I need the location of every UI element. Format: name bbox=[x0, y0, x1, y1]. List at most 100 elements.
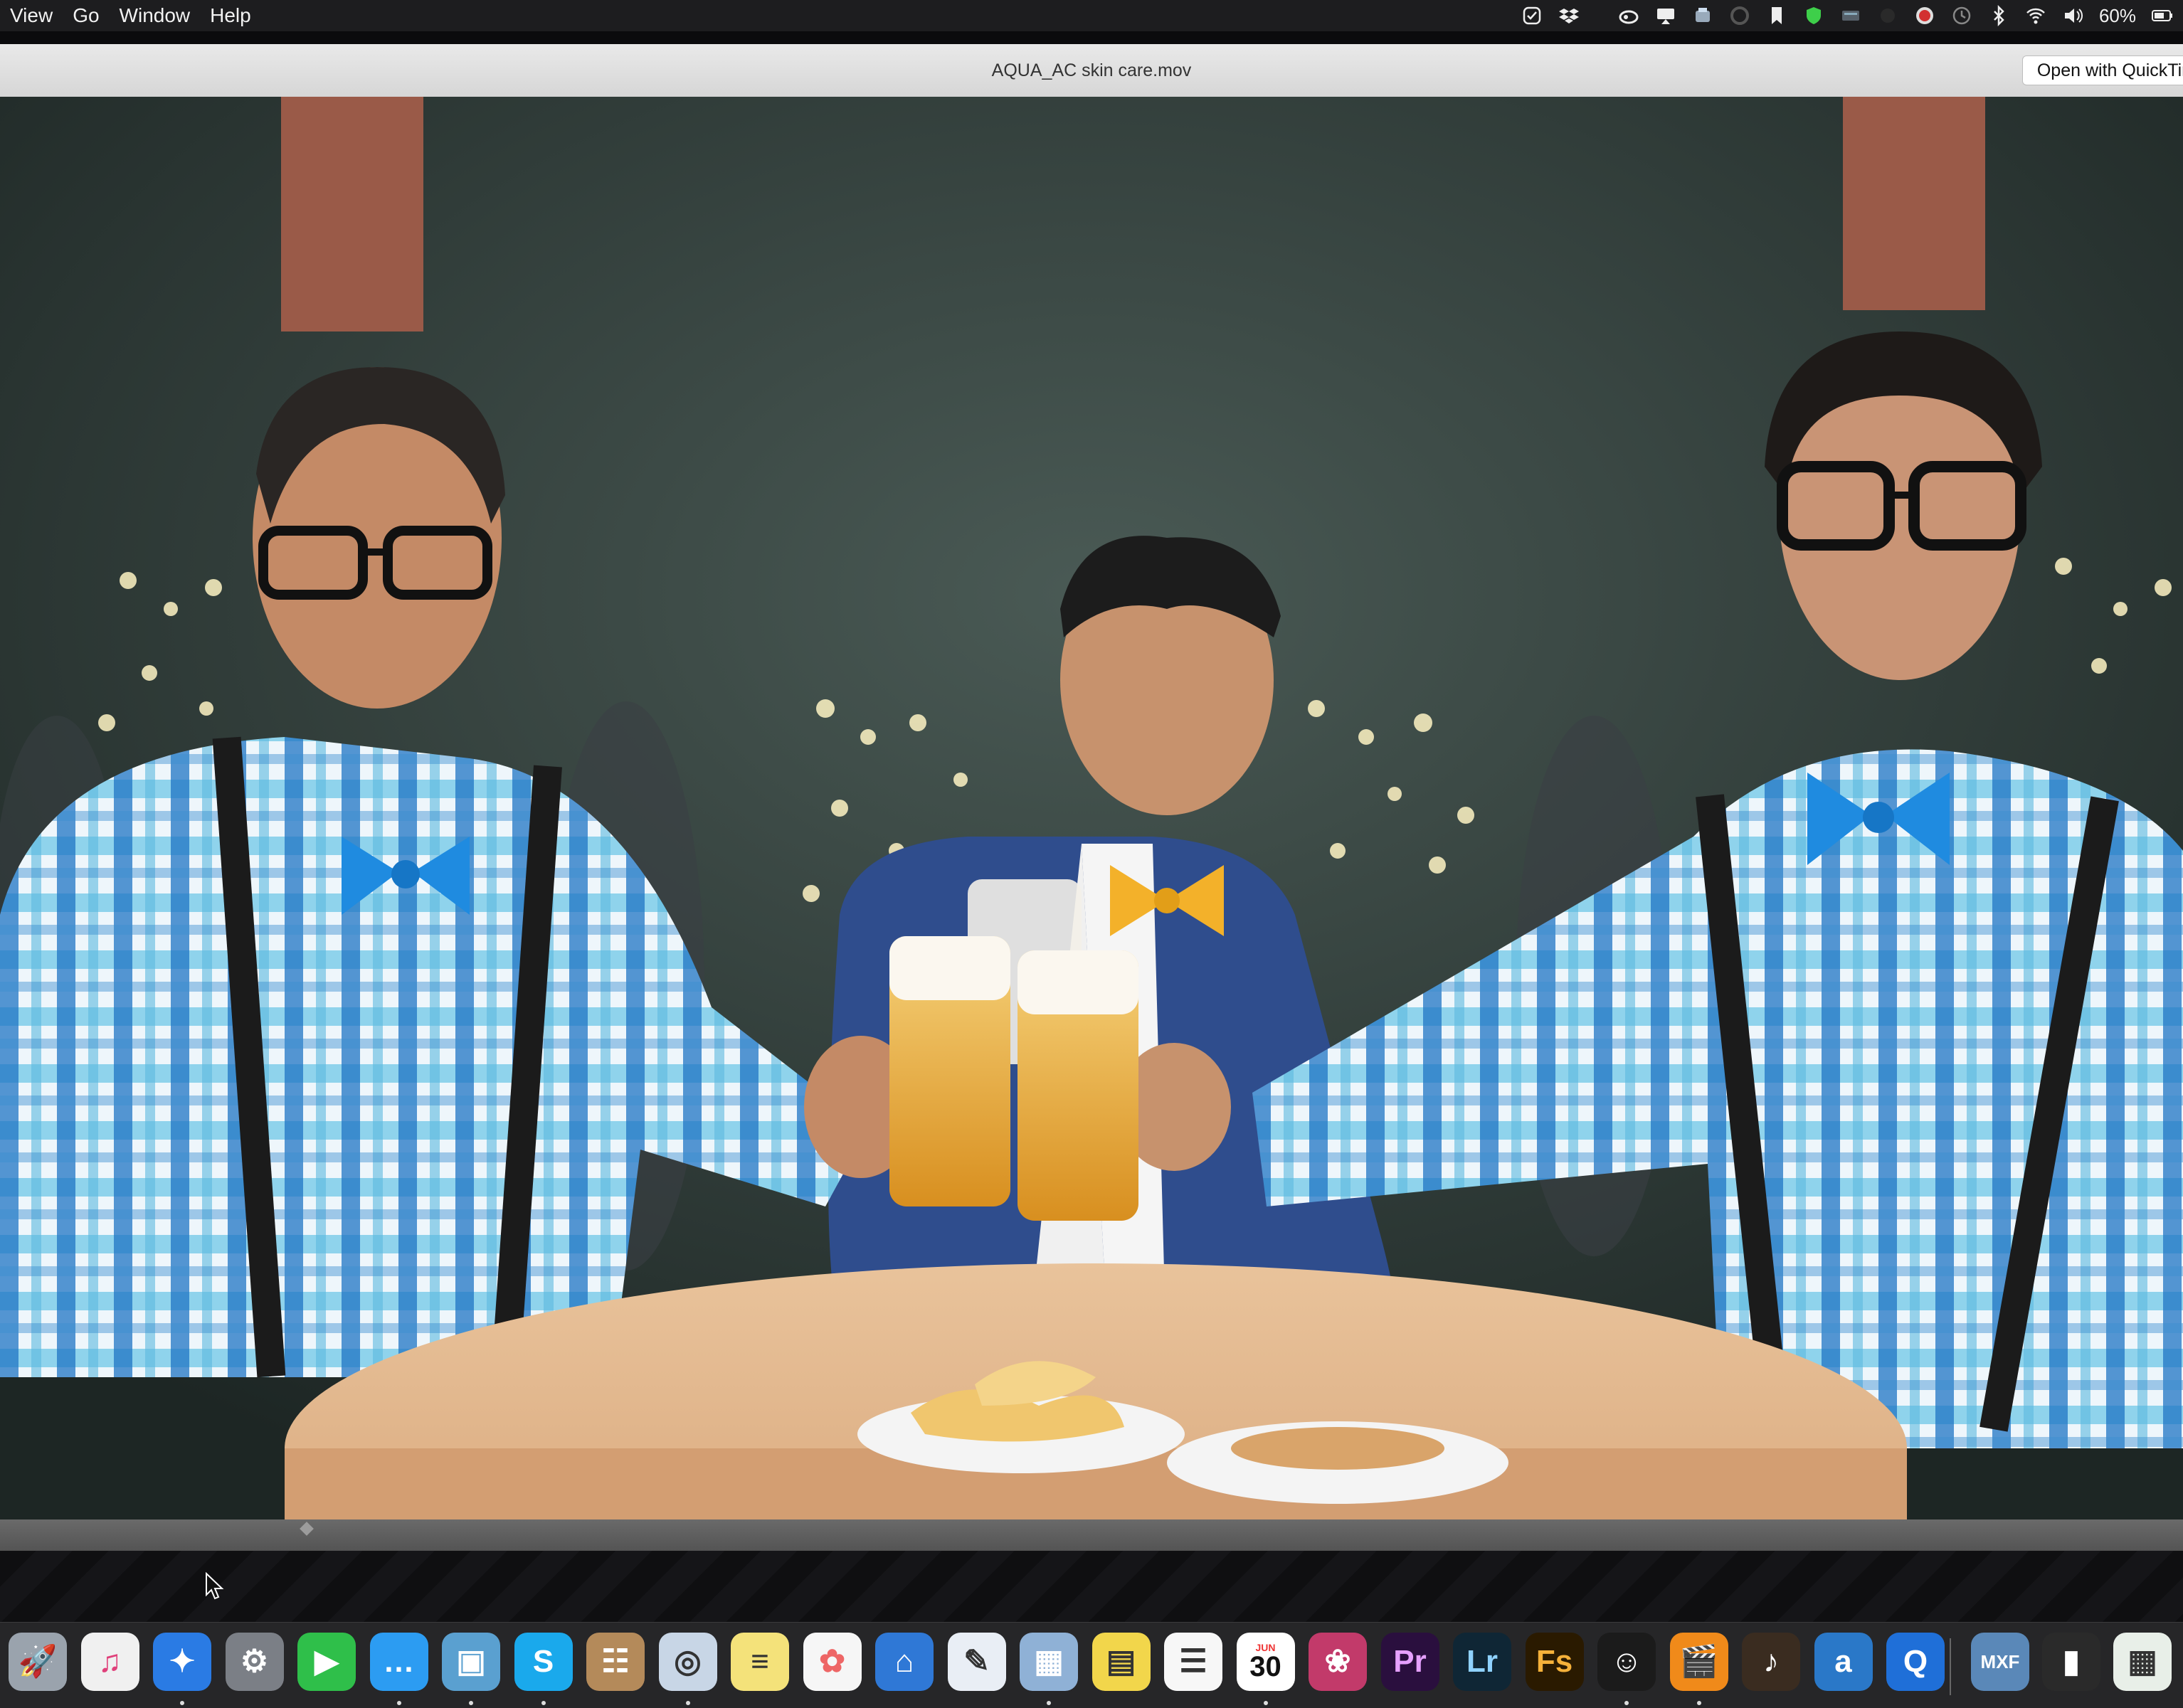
dock-lynda[interactable]: ☺ bbox=[1597, 1633, 1656, 1691]
keynote-icon: ⌂ bbox=[894, 1644, 914, 1679]
notepad-icon: ≡ bbox=[751, 1644, 769, 1679]
video-scrubber[interactable] bbox=[0, 1519, 2183, 1551]
running-indicator bbox=[1696, 1701, 1701, 1705]
desktop-background bbox=[0, 1551, 2183, 1622]
dock-lightroom[interactable]: Lr bbox=[1453, 1633, 1511, 1691]
mouse-cursor-icon bbox=[206, 1572, 224, 1600]
dock-textedit[interactable]: ✎ bbox=[947, 1633, 1006, 1691]
gear-icon: ⚙ bbox=[240, 1644, 269, 1679]
dock-photo-booth[interactable]: ▦ bbox=[1020, 1633, 1078, 1691]
dock-image-capture[interactable]: ◎ bbox=[658, 1633, 717, 1691]
photos-flower-icon: ✿ bbox=[819, 1644, 845, 1679]
spreadsheet-icon: ▦ bbox=[2128, 1644, 2157, 1679]
dock-fuse[interactable]: Fs bbox=[1525, 1633, 1584, 1691]
music-note-icon: ♫ bbox=[98, 1644, 122, 1679]
creative-cloud-icon[interactable] bbox=[1618, 5, 1639, 26]
tasks-icon[interactable] bbox=[1521, 5, 1543, 26]
calendar-day: 30 bbox=[1249, 1651, 1281, 1682]
quicktime-icon: Q bbox=[1903, 1644, 1928, 1679]
title-bar: AQUA_AC skin care.mov Open with QuickTim bbox=[0, 44, 2183, 97]
calendar-icon: JUN 30 bbox=[1249, 1643, 1281, 1681]
volume-icon[interactable] bbox=[2062, 5, 2083, 26]
menu-window[interactable]: Window bbox=[110, 0, 201, 31]
video-camera-icon: ▶ bbox=[314, 1644, 339, 1679]
stickies-icon: ▤ bbox=[1106, 1644, 1136, 1679]
running-indicator bbox=[396, 1701, 401, 1705]
status-bar: 60% bbox=[1521, 0, 2183, 31]
bluetooth-icon[interactable] bbox=[1988, 5, 2009, 26]
dock-facetime[interactable]: ▶ bbox=[297, 1633, 356, 1691]
premiere-icon: Pr bbox=[1393, 1644, 1427, 1679]
skype-icon: S bbox=[532, 1644, 554, 1679]
shield-icon[interactable] bbox=[1803, 5, 1824, 26]
dock-amazon[interactable]: a bbox=[1814, 1633, 1873, 1691]
dock-calendar[interactable]: JUN 30 bbox=[1236, 1633, 1295, 1691]
dim-circle-icon bbox=[1877, 5, 1898, 26]
dock-contacts[interactable]: ☷ bbox=[586, 1633, 645, 1691]
dock: 🚀 ♫ ✦ ⚙ ▶ … ▣ S ☷ ◎ ≡ ✿ ⌂ ✎ ▦ ▤ ☰ JUN 30 ❀ Pr Lr Fs ☺ 🎬 ♪ a Q MXF ▮ ▦ bbox=[0, 1622, 2183, 1708]
guitar-icon: ♪ bbox=[1763, 1644, 1779, 1679]
document-icon: ▮ bbox=[2062, 1644, 2081, 1679]
photo-browser-icon: ▦ bbox=[1034, 1644, 1064, 1679]
textedit-icon: ✎ bbox=[963, 1644, 990, 1679]
quicklook-window: AQUA_AC skin care.mov Open with QuickTim bbox=[0, 44, 2183, 1551]
battery-icon[interactable] bbox=[2152, 5, 2173, 26]
dock-spreadsheet-document[interactable]: ▦ bbox=[2113, 1633, 2172, 1691]
bookmark-icon[interactable] bbox=[1766, 5, 1787, 26]
dock-stickies[interactable]: ▤ bbox=[1092, 1633, 1151, 1691]
dock-davinci-resolve[interactable]: ❀ bbox=[1309, 1633, 1367, 1691]
fuse-icon: Fs bbox=[1536, 1644, 1573, 1679]
wifi-icon[interactable] bbox=[2025, 5, 2046, 26]
display-icon[interactable] bbox=[1840, 5, 1861, 26]
menu-bar: View Go Window Help 60% bbox=[0, 0, 2183, 31]
running-indicator bbox=[685, 1701, 690, 1705]
dock-photos[interactable]: ✿ bbox=[803, 1633, 862, 1691]
amazon-icon: a bbox=[1834, 1644, 1852, 1679]
window-title: AQUA_AC skin care.mov bbox=[991, 60, 1192, 80]
dock-final-cut[interactable]: 🎬 bbox=[1669, 1633, 1728, 1691]
photo-icon: ▣ bbox=[456, 1644, 486, 1679]
dock-messages[interactable]: … bbox=[369, 1633, 428, 1691]
record-icon[interactable] bbox=[1914, 5, 1935, 26]
running-indicator bbox=[1047, 1701, 1051, 1705]
dock-mxf-app[interactable]: MXF bbox=[1971, 1633, 2029, 1691]
dock-premiere-pro[interactable]: Pr bbox=[1380, 1633, 1439, 1691]
dock-keynote[interactable]: ⌂ bbox=[875, 1633, 934, 1691]
menu-go[interactable]: Go bbox=[63, 0, 109, 31]
video-frame[interactable] bbox=[0, 97, 2183, 1519]
grammarly-icon[interactable] bbox=[1729, 5, 1750, 26]
menu-view[interactable]: View bbox=[0, 0, 63, 31]
image-capture-icon: ◎ bbox=[674, 1644, 702, 1679]
menu-list: View Go Window Help bbox=[0, 0, 261, 31]
open-with-quicktime-button[interactable]: Open with QuickTim bbox=[2021, 55, 2183, 85]
airplay-icon[interactable] bbox=[1655, 5, 1676, 26]
menu-help[interactable]: Help bbox=[200, 0, 261, 31]
dock-preview[interactable]: ▣ bbox=[442, 1633, 500, 1691]
dropbox-icon[interactable] bbox=[1558, 5, 1580, 26]
lynda-icon: ☺ bbox=[1610, 1644, 1643, 1679]
compass-icon: ✦ bbox=[169, 1644, 196, 1679]
contacts-icon: ☷ bbox=[601, 1644, 630, 1679]
sync-icon[interactable] bbox=[1692, 5, 1713, 26]
mxf-icon: MXF bbox=[1980, 1651, 2020, 1672]
dock-notes[interactable]: ≡ bbox=[731, 1633, 789, 1691]
dock-system-preferences[interactable]: ⚙ bbox=[225, 1633, 284, 1691]
dock-quicktime[interactable]: Q bbox=[1886, 1633, 1945, 1691]
dock-itunes[interactable]: ♫ bbox=[80, 1633, 139, 1691]
scrubber-playhead[interactable] bbox=[300, 1522, 314, 1536]
dock-launchpad[interactable]: 🚀 bbox=[9, 1633, 67, 1691]
time-machine-icon[interactable] bbox=[1951, 5, 1972, 26]
dock-safari[interactable]: ✦ bbox=[153, 1633, 211, 1691]
running-indicator bbox=[541, 1701, 546, 1705]
running-indicator bbox=[180, 1701, 184, 1705]
dock-separator bbox=[1950, 1638, 1951, 1695]
battery-percent: 60% bbox=[2098, 4, 2136, 26]
list-icon: ☰ bbox=[1179, 1644, 1207, 1679]
running-indicator bbox=[469, 1701, 473, 1705]
dock-garageband[interactable]: ♪ bbox=[1742, 1633, 1800, 1691]
dock-black-document[interactable]: ▮ bbox=[2042, 1633, 2100, 1691]
rocket-icon: 🚀 bbox=[18, 1644, 58, 1679]
dock-skype[interactable]: S bbox=[514, 1633, 573, 1691]
dock-reminders[interactable]: ☰ bbox=[1164, 1633, 1222, 1691]
running-indicator bbox=[1263, 1701, 1268, 1705]
